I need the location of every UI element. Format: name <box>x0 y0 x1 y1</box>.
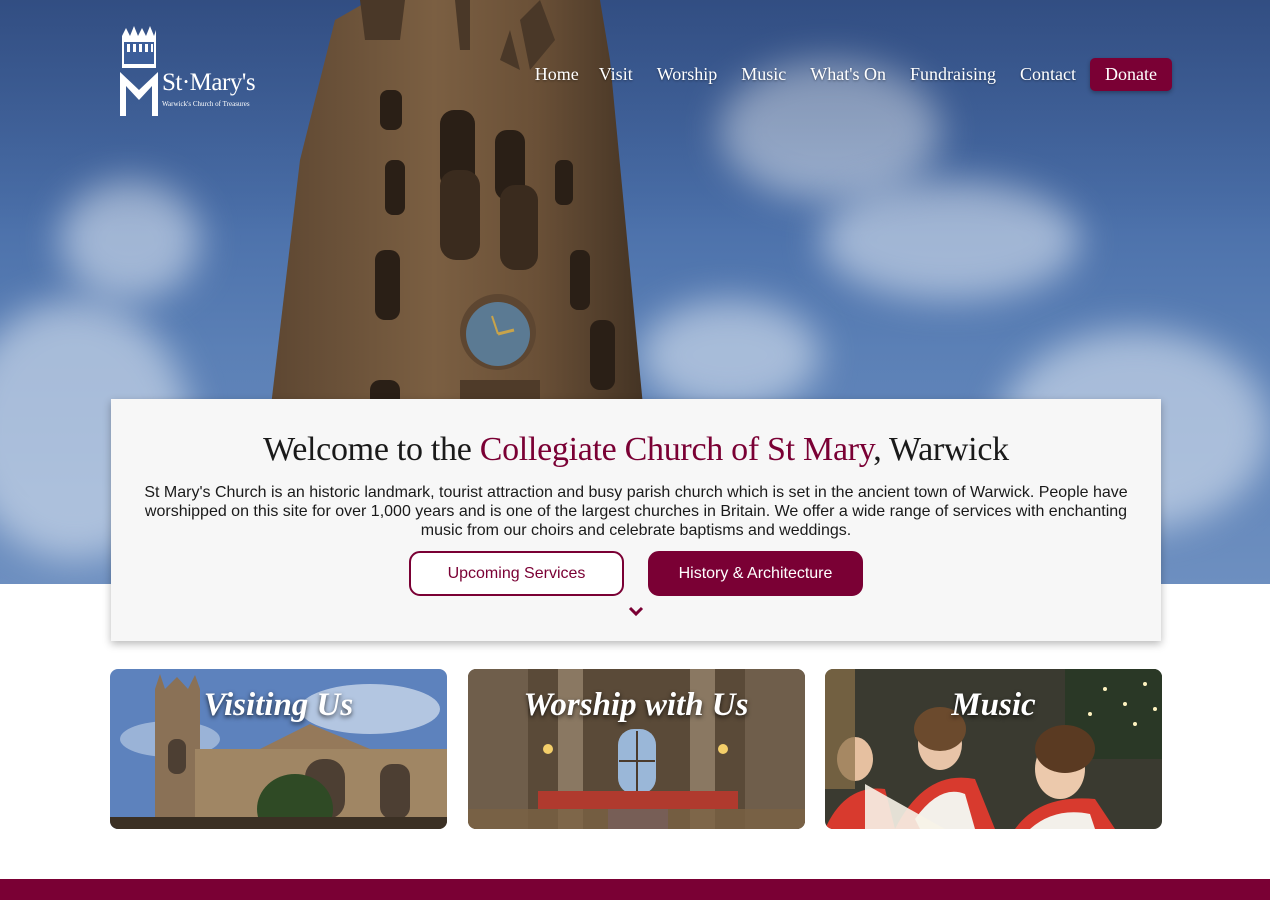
footer-bar <box>0 879 1270 900</box>
feature-cards: Visiting Us Worship with Us Music <box>110 669 1162 829</box>
church-tower-logo-icon <box>120 26 158 116</box>
card-title-music: Music <box>951 687 1036 723</box>
nav-fundraising[interactable]: Fundraising <box>910 64 996 85</box>
card-worship-with-us[interactable]: Worship with Us <box>467 669 805 829</box>
welcome-panel: Welcome to the Collegiate Church of St M… <box>111 399 1161 641</box>
card-title-worship: Worship with Us <box>523 687 749 723</box>
nav-worship[interactable]: Worship <box>657 64 718 85</box>
nav-visit[interactable]: Visit <box>599 64 633 85</box>
welcome-body: St Mary's Church is an historic landmark… <box>144 484 1128 539</box>
chevron-down-icon[interactable] <box>628 604 644 622</box>
history-architecture-button[interactable]: History & Architecture <box>648 551 863 596</box>
welcome-title: Welcome to the Collegiate Church of St M… <box>111 431 1161 469</box>
logo-wordmark: St·Mary's <box>162 69 256 96</box>
welcome-buttons: Upcoming Services History & Architecture <box>111 551 1161 596</box>
logo-tagline: Warwick's Church of Treasures <box>162 100 250 108</box>
welcome-title-prefix: Welcome to the <box>263 431 480 468</box>
nav-music[interactable]: Music <box>741 64 786 85</box>
main-nav: Home Visit Worship Music What's On Fundr… <box>535 58 1172 91</box>
card-title-visiting: Visiting Us <box>203 687 354 723</box>
card-music[interactable]: Music <box>825 669 1162 829</box>
nav-whats-on[interactable]: What's On <box>810 64 886 85</box>
donate-button[interactable]: Donate <box>1090 58 1172 91</box>
welcome-title-accent[interactable]: Collegiate Church of St Mary <box>480 431 874 468</box>
card-visiting-us[interactable]: Visiting Us <box>110 669 447 829</box>
welcome-title-suffix: , Warwick <box>873 431 1009 468</box>
site-logo[interactable]: St·Mary's Warwick's Church of Treasures <box>118 26 263 118</box>
nav-contact[interactable]: Contact <box>1020 64 1076 85</box>
upcoming-services-button[interactable]: Upcoming Services <box>409 551 624 596</box>
nav-home[interactable]: Home <box>535 64 579 85</box>
